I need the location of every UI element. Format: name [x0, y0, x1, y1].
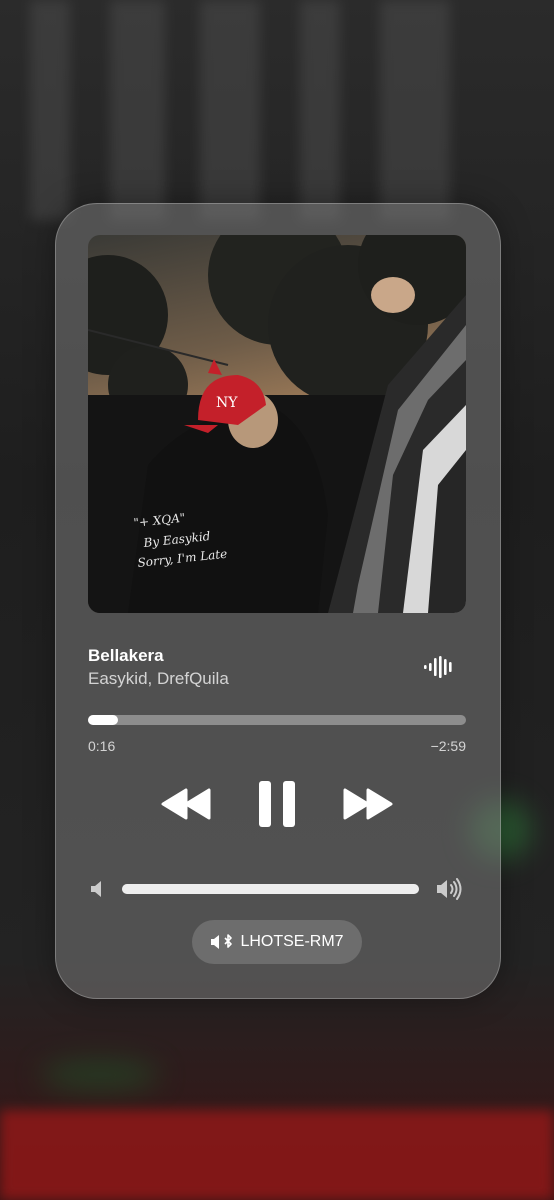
track-artist[interactable]: Easykid, DrefQuila — [88, 669, 229, 689]
speaker-low-icon — [91, 881, 101, 897]
remaining-time: −2:59 — [430, 738, 466, 754]
track-title: Bellakera — [88, 646, 164, 665]
playback-progress-fill — [88, 715, 119, 725]
volume-level-fill — [122, 884, 419, 894]
svg-text:NY: NY — [216, 395, 238, 411]
audio-output-button[interactable]: LHOTSE-RM7 — [192, 920, 362, 964]
forward-icon[interactable] — [342, 787, 394, 821]
waveform-icon[interactable] — [424, 656, 454, 678]
elapsed-time: 0:16 — [88, 738, 116, 754]
speaker-high-icon — [437, 878, 462, 900]
pause-icon[interactable] — [257, 780, 297, 828]
speaker-bluetooth-icon — [211, 934, 233, 949]
audio-output-label: LHOTSE-RM7 — [240, 933, 344, 950]
album-artwork[interactable]: NY "+ XQA" By Easykid Sorry, I'm Late — [88, 235, 466, 613]
backward-icon[interactable] — [160, 787, 212, 821]
volume-slider[interactable] — [122, 884, 419, 894]
playback-scrubber[interactable] — [88, 715, 466, 725]
